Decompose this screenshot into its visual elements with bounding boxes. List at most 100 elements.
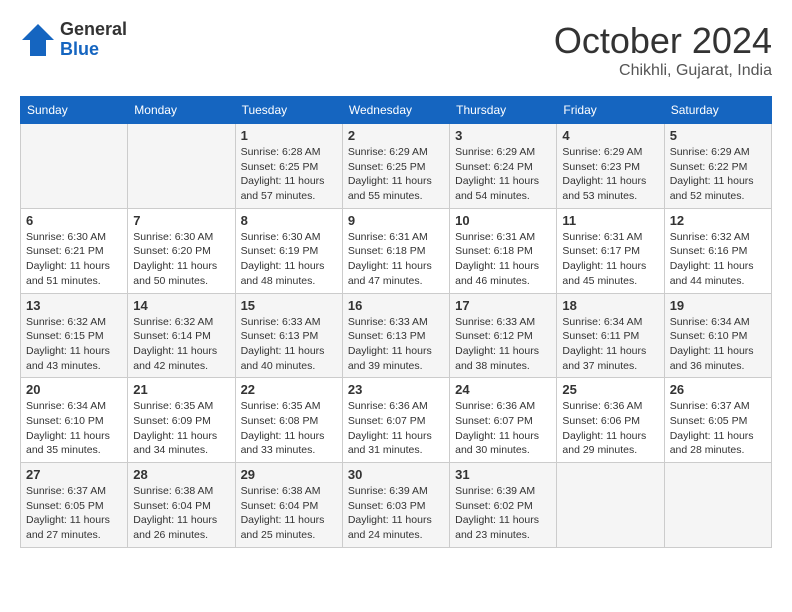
day-number: 14 [133,298,229,313]
calendar-cell: 7 Sunrise: 6:30 AMSunset: 6:20 PMDaylight… [128,208,235,293]
day-number: 22 [241,382,337,397]
cell-content: Sunrise: 6:29 AMSunset: 6:22 PMDaylight:… [670,145,766,204]
day-number: 2 [348,128,444,143]
calendar-cell [557,463,664,548]
calendar-week-row: 6 Sunrise: 6:30 AMSunset: 6:21 PMDaylight… [21,208,772,293]
calendar-cell: 25Sunrise: 6:36 AMSunset: 6:06 PMDayligh… [557,378,664,463]
cell-content: Sunrise: 6:38 AMSunset: 6:04 PMDaylight:… [133,484,229,543]
calendar-cell: 1Sunrise: 6:28 AMSunset: 6:25 PMDaylight… [235,124,342,209]
cell-content: Sunrise: 6:34 AMSunset: 6:10 PMDaylight:… [670,315,766,374]
cell-content: Sunrise: 6:32 AMSunset: 6:14 PMDaylight:… [133,315,229,374]
cell-content: Sunrise: 6:33 AMSunset: 6:13 PMDaylight:… [348,315,444,374]
day-number: 15 [241,298,337,313]
title-section: October 2024 Chikhli, Gujarat, India [554,20,772,80]
calendar-cell: 21Sunrise: 6:35 AMSunset: 6:09 PMDayligh… [128,378,235,463]
cell-content: Sunrise: 6:37 AMSunset: 6:05 PMDaylight:… [670,399,766,458]
day-number: 18 [562,298,658,313]
day-number: 11 [562,213,658,228]
cell-content: Sunrise: 6:30 AMSunset: 6:19 PMDaylight:… [241,230,337,289]
calendar-cell: 20 Sunrise: 6:34 AMSunset: 6:10 PMDayligh… [21,378,128,463]
cell-content: Sunrise: 6:30 AMSunset: 6:20 PMDaylight:… [133,230,229,289]
month-title: October 2024 [554,20,772,62]
day-number: 26 [670,382,766,397]
day-number: 17 [455,298,551,313]
calendar-cell: 10 Sunrise: 6:31 AMSunset: 6:18 PMDayligh… [450,208,557,293]
cell-content: Sunrise: 6:31 AMSunset: 6:18 PMDaylight:… [455,230,551,289]
day-number: 21 [133,382,229,397]
cell-content: Sunrise: 6:31 AMSunset: 6:18 PMDaylight:… [348,230,444,289]
day-number: 29 [241,467,337,482]
calendar-week-row: 20 Sunrise: 6:34 AMSunset: 6:10 PMDayligh… [21,378,772,463]
logo: General Blue [20,20,127,60]
day-number: 10 [455,213,551,228]
calendar-cell: 29 Sunrise: 6:38 AMSunset: 6:04 PMDayligh… [235,463,342,548]
day-number: 24 [455,382,551,397]
day-number: 8 [241,213,337,228]
cell-content: Sunrise: 6:35 AMSunset: 6:08 PMDaylight:… [241,399,337,458]
weekday-header: Saturday [664,97,771,124]
day-number: 27 [26,467,122,482]
day-number: 25 [562,382,658,397]
cell-content: Sunrise: 6:39 AMSunset: 6:02 PMDaylight:… [455,484,551,543]
calendar-cell: 8 Sunrise: 6:30 AMSunset: 6:19 PMDaylight… [235,208,342,293]
cell-content: Sunrise: 6:34 AMSunset: 6:11 PMDaylight:… [562,315,658,374]
cell-content: Sunrise: 6:37 AMSunset: 6:05 PMDaylight:… [26,484,122,543]
calendar-cell: 27 Sunrise: 6:37 AMSunset: 6:05 PMDayligh… [21,463,128,548]
location-subtitle: Chikhli, Gujarat, India [554,62,772,80]
calendar-cell: 18 Sunrise: 6:34 AMSunset: 6:11 PMDayligh… [557,293,664,378]
logo-general-text: General [60,20,127,40]
calendar-cell: 2 Sunrise: 6:29 AMSunset: 6:25 PMDaylight… [342,124,449,209]
calendar-week-row: 1Sunrise: 6:28 AMSunset: 6:25 PMDaylight… [21,124,772,209]
calendar-cell: 22 Sunrise: 6:35 AMSunset: 6:08 PMDayligh… [235,378,342,463]
day-number: 6 [26,213,122,228]
calendar-cell: 16 Sunrise: 6:33 AMSunset: 6:13 PMDayligh… [342,293,449,378]
calendar-cell: 30Sunrise: 6:39 AMSunset: 6:03 PMDayligh… [342,463,449,548]
weekday-header: Friday [557,97,664,124]
cell-content: Sunrise: 6:29 AMSunset: 6:25 PMDaylight:… [348,145,444,204]
cell-content: Sunrise: 6:36 AMSunset: 6:07 PMDaylight:… [348,399,444,458]
day-number: 4 [562,128,658,143]
calendar-cell: 17 Sunrise: 6:33 AMSunset: 6:12 PMDayligh… [450,293,557,378]
cell-content: Sunrise: 6:39 AMSunset: 6:03 PMDaylight:… [348,484,444,543]
page-header: General Blue October 2024 Chikhli, Gujar… [20,20,772,80]
cell-content: Sunrise: 6:33 AMSunset: 6:13 PMDaylight:… [241,315,337,374]
calendar-cell: 13 Sunrise: 6:32 AMSunset: 6:15 PMDayligh… [21,293,128,378]
day-number: 28 [133,467,229,482]
weekday-header: Wednesday [342,97,449,124]
calendar-cell: 15 Sunrise: 6:33 AMSunset: 6:13 PMDayligh… [235,293,342,378]
day-number: 20 [26,382,122,397]
day-number: 1 [241,128,337,143]
calendar-cell: 6 Sunrise: 6:30 AMSunset: 6:21 PMDaylight… [21,208,128,293]
weekday-header: Thursday [450,97,557,124]
day-number: 16 [348,298,444,313]
day-number: 19 [670,298,766,313]
cell-content: Sunrise: 6:31 AMSunset: 6:17 PMDaylight:… [562,230,658,289]
logo-icon [20,22,56,58]
cell-content: Sunrise: 6:30 AMSunset: 6:21 PMDaylight:… [26,230,122,289]
cell-content: Sunrise: 6:38 AMSunset: 6:04 PMDaylight:… [241,484,337,543]
day-number: 9 [348,213,444,228]
day-number: 7 [133,213,229,228]
day-number: 12 [670,213,766,228]
cell-content: Sunrise: 6:33 AMSunset: 6:12 PMDaylight:… [455,315,551,374]
calendar-cell: 14 Sunrise: 6:32 AMSunset: 6:14 PMDayligh… [128,293,235,378]
weekday-header: Sunday [21,97,128,124]
calendar-cell [664,463,771,548]
day-number: 3 [455,128,551,143]
logo-blue-text: Blue [60,40,127,60]
calendar-body: 1Sunrise: 6:28 AMSunset: 6:25 PMDaylight… [21,124,772,548]
calendar-cell: 9 Sunrise: 6:31 AMSunset: 6:18 PMDaylight… [342,208,449,293]
calendar-cell: 3Sunrise: 6:29 AMSunset: 6:24 PMDaylight… [450,124,557,209]
calendar-table: SundayMondayTuesdayWednesdayThursdayFrid… [20,96,772,548]
calendar-week-row: 13 Sunrise: 6:32 AMSunset: 6:15 PMDayligh… [21,293,772,378]
calendar-cell: 12Sunrise: 6:32 AMSunset: 6:16 PMDayligh… [664,208,771,293]
day-number: 23 [348,382,444,397]
calendar-cell: 31Sunrise: 6:39 AMSunset: 6:02 PMDayligh… [450,463,557,548]
calendar-cell: 26 Sunrise: 6:37 AMSunset: 6:05 PMDayligh… [664,378,771,463]
cell-content: Sunrise: 6:34 AMSunset: 6:10 PMDaylight:… [26,399,122,458]
cell-content: Sunrise: 6:32 AMSunset: 6:15 PMDaylight:… [26,315,122,374]
calendar-cell: 23 Sunrise: 6:36 AMSunset: 6:07 PMDayligh… [342,378,449,463]
weekday-header: Monday [128,97,235,124]
day-number: 13 [26,298,122,313]
calendar-cell: 5Sunrise: 6:29 AMSunset: 6:22 PMDaylight… [664,124,771,209]
